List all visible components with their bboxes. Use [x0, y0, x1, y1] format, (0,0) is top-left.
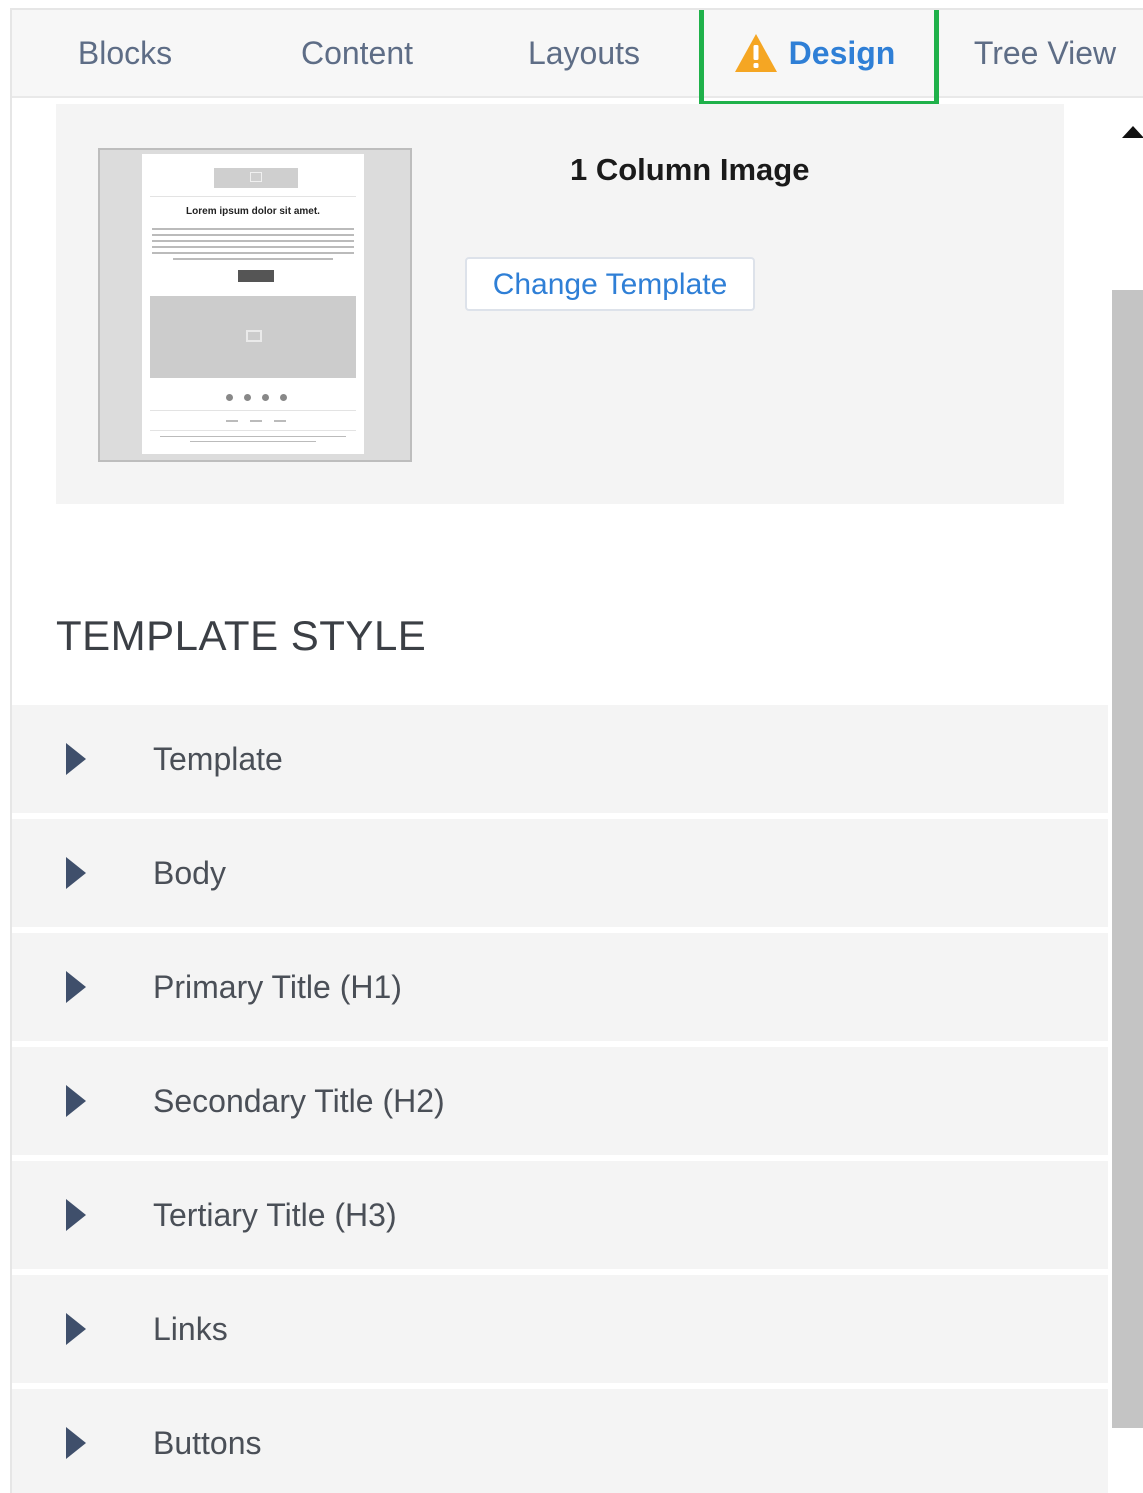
expand-arrow-icon: [66, 1427, 86, 1459]
preview-text-line: [152, 240, 354, 242]
preview-heading: Lorem ipsum dolor sit amet.: [186, 206, 320, 217]
preview-logo-icon: [250, 172, 262, 182]
accordion-label: Tertiary Title (H3): [153, 1197, 397, 1233]
accordion-label: Primary Title (H1): [153, 969, 402, 1005]
preview-footer-link: [226, 420, 238, 422]
preview-text-line: [173, 258, 333, 260]
warning-triangle-icon: [735, 34, 777, 72]
accordion-links[interactable]: Links: [12, 1275, 1108, 1383]
preview-image-block: [150, 296, 356, 378]
template-card: Lorem ipsum dolor sit amet. 1 Column Ima…: [56, 104, 1064, 504]
template-preview: Lorem ipsum dolor sit amet.: [142, 154, 364, 454]
preview-text-line: [152, 252, 354, 254]
change-template-button[interactable]: Change Template: [465, 257, 755, 311]
accordion-body[interactable]: Body: [12, 819, 1108, 927]
preview-footer-link: [250, 420, 262, 422]
scrollbar-thumb[interactable]: [1112, 290, 1143, 1428]
image-placeholder-icon: [246, 330, 262, 342]
preview-divider: [150, 430, 356, 431]
accordion-buttons[interactable]: Buttons: [12, 1389, 1108, 1493]
accordion-label: Buttons: [153, 1425, 262, 1461]
preview-button: [238, 270, 274, 282]
design-panel: Blocks Content Layouts Design Tree View …: [10, 8, 1143, 1493]
preview-footer-text: [160, 436, 346, 437]
preview-text-line: [152, 246, 354, 248]
template-name: 1 Column Image: [570, 152, 810, 187]
accordion-label: Secondary Title (H2): [153, 1083, 445, 1119]
tab-tree-view[interactable]: Tree View: [960, 10, 1130, 96]
accordion-label: Links: [153, 1311, 228, 1347]
preview-divider: [150, 410, 356, 411]
preview-social-icon: [280, 394, 287, 401]
preview-footer-text: [190, 441, 316, 442]
tab-layouts[interactable]: Layouts: [509, 10, 659, 96]
template-thumbnail[interactable]: Lorem ipsum dolor sit amet.: [98, 148, 412, 462]
expand-arrow-icon: [66, 1085, 86, 1117]
preview-footer-link: [274, 420, 286, 422]
preview-text-line: [152, 228, 354, 230]
accordion-secondary-title[interactable]: Secondary Title (H2): [12, 1047, 1108, 1155]
expand-arrow-icon: [66, 1199, 86, 1231]
tab-bar: Blocks Content Layouts Design Tree View: [12, 10, 1143, 98]
expand-arrow-icon: [66, 971, 86, 1003]
scroll-up-arrow-icon[interactable]: [1122, 126, 1143, 138]
tab-design[interactable]: Design: [782, 10, 902, 96]
expand-arrow-icon: [66, 1313, 86, 1345]
preview-divider: [150, 196, 356, 197]
accordion-label: Template: [153, 741, 283, 777]
design-content: Lorem ipsum dolor sit amet. 1 Column Ima…: [12, 98, 1108, 1493]
template-style-heading: TEMPLATE STYLE: [56, 612, 427, 659]
preview-social-icon: [262, 394, 269, 401]
accordion-tertiary-title[interactable]: Tertiary Title (H3): [12, 1161, 1108, 1269]
preview-text-line: [152, 234, 354, 236]
preview-social-icon: [244, 394, 251, 401]
tab-blocks[interactable]: Blocks: [50, 10, 200, 96]
accordion-template[interactable]: Template: [12, 705, 1108, 813]
accordion-label: Body: [153, 855, 226, 891]
tab-content[interactable]: Content: [282, 10, 432, 96]
preview-social-icon: [226, 394, 233, 401]
expand-arrow-icon: [66, 743, 86, 775]
expand-arrow-icon: [66, 857, 86, 889]
accordion-primary-title[interactable]: Primary Title (H1): [12, 933, 1108, 1041]
